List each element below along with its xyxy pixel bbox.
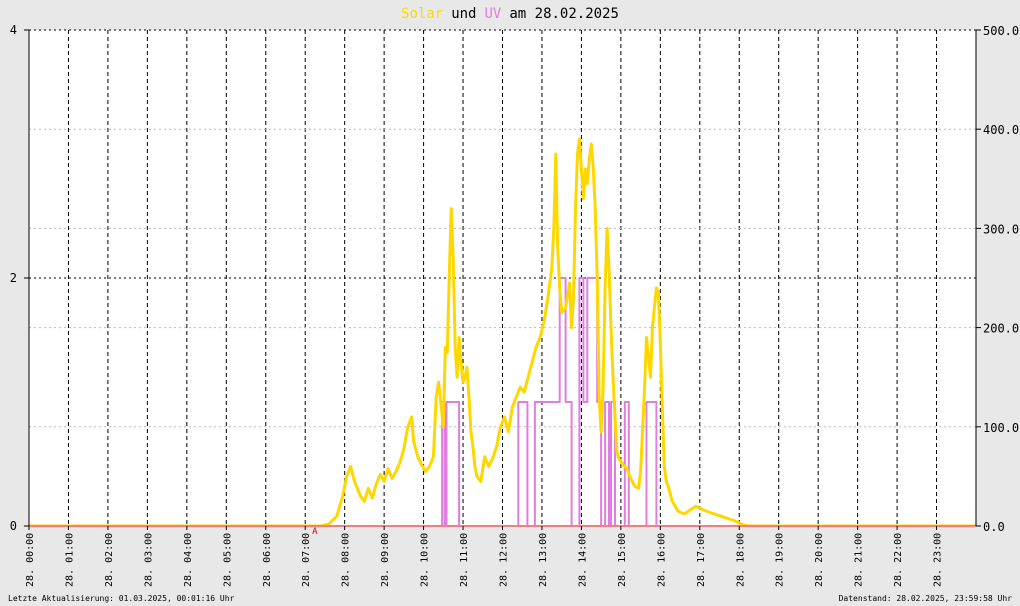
x-tick-label-2: 28. 02:00 bbox=[104, 533, 115, 587]
x-tick-label-7: 28. 07:00 bbox=[301, 533, 312, 587]
footer-last-update: Letzte Aktualisierung: 01.03.2025, 00:01… bbox=[8, 594, 235, 603]
right-tick-label-400.0: 400.0 bbox=[983, 123, 1019, 137]
left-tick-label-0: 0 bbox=[10, 519, 17, 533]
x-tick-label-13: 28. 13:00 bbox=[538, 533, 549, 587]
x-tick-label-15: 28. 15:00 bbox=[617, 533, 628, 587]
x-tick-label-1: 28. 01:00 bbox=[64, 533, 75, 587]
x-tick-label-3: 28. 03:00 bbox=[143, 533, 154, 587]
x-tick-label-20: 28. 20:00 bbox=[814, 533, 825, 587]
title-solar-word: Solar bbox=[401, 6, 443, 22]
x-tick-label-22: 28. 22:00 bbox=[893, 533, 904, 587]
right-tick-label-300.0: 300.0 bbox=[983, 222, 1019, 236]
x-tick-label-18: 28. 18:00 bbox=[735, 533, 746, 587]
title-date: am 28.02.2025 bbox=[509, 6, 619, 22]
x-tick-label-12: 28. 12:00 bbox=[499, 533, 510, 587]
chart-title: Solar und UV am 28.02.2025 bbox=[401, 6, 619, 22]
x-tick-label-17: 28. 17:00 bbox=[696, 533, 707, 587]
x-tick-label-21: 28. 21:00 bbox=[854, 533, 865, 587]
title-und-word: und bbox=[451, 6, 476, 22]
right-tick-label-0.0: 0.0 bbox=[983, 520, 1005, 534]
solar-uv-chart: 0 2 4 0.0 100.0 200.0 300.0 400.0 500.0 28. 00:00… bbox=[0, 0, 1020, 606]
left-tick-label-4: 4 bbox=[10, 23, 17, 37]
marker-label: A bbox=[312, 527, 318, 537]
right-tick-label-500.0: 500.0 bbox=[983, 24, 1019, 38]
x-tick-label-19: 28. 19:00 bbox=[775, 533, 786, 587]
title-uv-word: UV bbox=[485, 6, 502, 22]
x-tick-label-4: 28. 04:00 bbox=[183, 533, 194, 587]
x-tick-label-9: 28. 09:00 bbox=[380, 533, 391, 587]
right-tick-label-100.0: 100.0 bbox=[983, 421, 1019, 435]
x-tick-label-5: 28. 05:00 bbox=[222, 533, 233, 587]
right-tick-label-200.0: 200.0 bbox=[983, 322, 1019, 336]
x-tick-label-10: 28. 10:00 bbox=[420, 533, 431, 587]
x-tick-label-16: 28. 16:00 bbox=[656, 533, 667, 587]
x-tick-label-8: 28. 08:00 bbox=[341, 533, 352, 587]
x-tick-label-23: 28. 23:00 bbox=[933, 533, 944, 587]
x-tick-label-14: 28. 14:00 bbox=[577, 533, 588, 587]
left-tick-label-2: 2 bbox=[10, 271, 17, 285]
x-tick-label-0: 28. 00:00 bbox=[25, 533, 36, 587]
x-tick-label-11: 28. 11:00 bbox=[459, 533, 470, 587]
x-tick-label-6: 28. 06:00 bbox=[262, 533, 273, 587]
footer-data-status: Datenstand: 28.02.2025, 23:59:58 Uhr bbox=[839, 594, 1013, 603]
